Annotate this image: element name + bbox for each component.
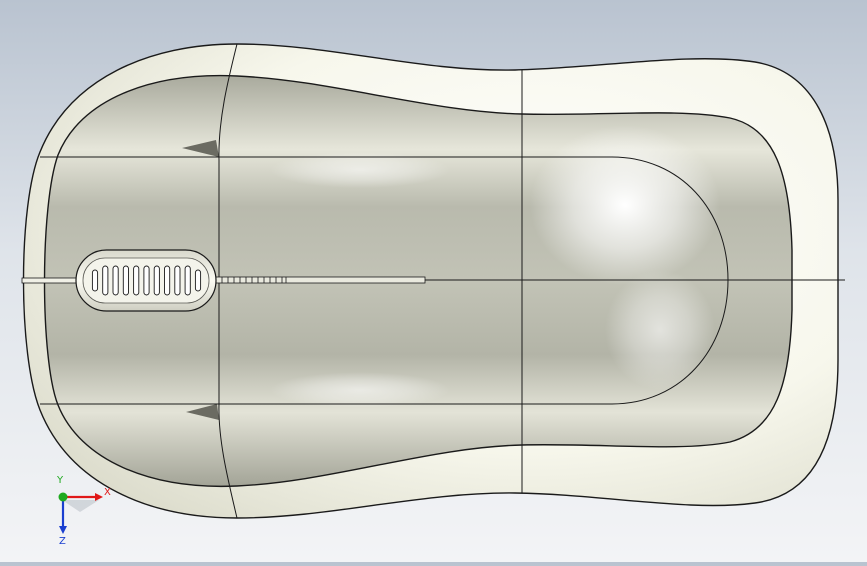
wheel-notch bbox=[174, 265, 181, 296]
cad-viewport[interactable]: X Y Z bbox=[0, 0, 867, 562]
wheel-notch bbox=[122, 265, 129, 296]
wheel-notch bbox=[184, 265, 191, 296]
wheel-notch bbox=[164, 265, 171, 296]
y-axis-label: Y bbox=[56, 475, 64, 486]
button-seam bbox=[214, 276, 426, 284]
surface-highlight bbox=[605, 270, 715, 390]
z-axis-label: Z bbox=[59, 536, 66, 547]
x-axis-label: X bbox=[104, 487, 111, 498]
cable-stub bbox=[21, 277, 79, 284]
wheel-notch bbox=[133, 265, 140, 296]
wheel-notch bbox=[102, 265, 109, 296]
wheel-notch bbox=[143, 265, 150, 296]
surface-highlight bbox=[270, 372, 450, 408]
wheel-notch bbox=[91, 269, 99, 292]
wheel-notch bbox=[112, 265, 119, 296]
wheel-notch bbox=[153, 265, 160, 296]
mouse-model-view[interactable]: X Y Z bbox=[0, 0, 867, 562]
surface-highlight bbox=[530, 125, 720, 285]
coordinate-triad: X Y Z bbox=[56, 475, 111, 547]
scroll-wheel[interactable] bbox=[75, 249, 217, 312]
wheel-notch bbox=[194, 269, 202, 292]
